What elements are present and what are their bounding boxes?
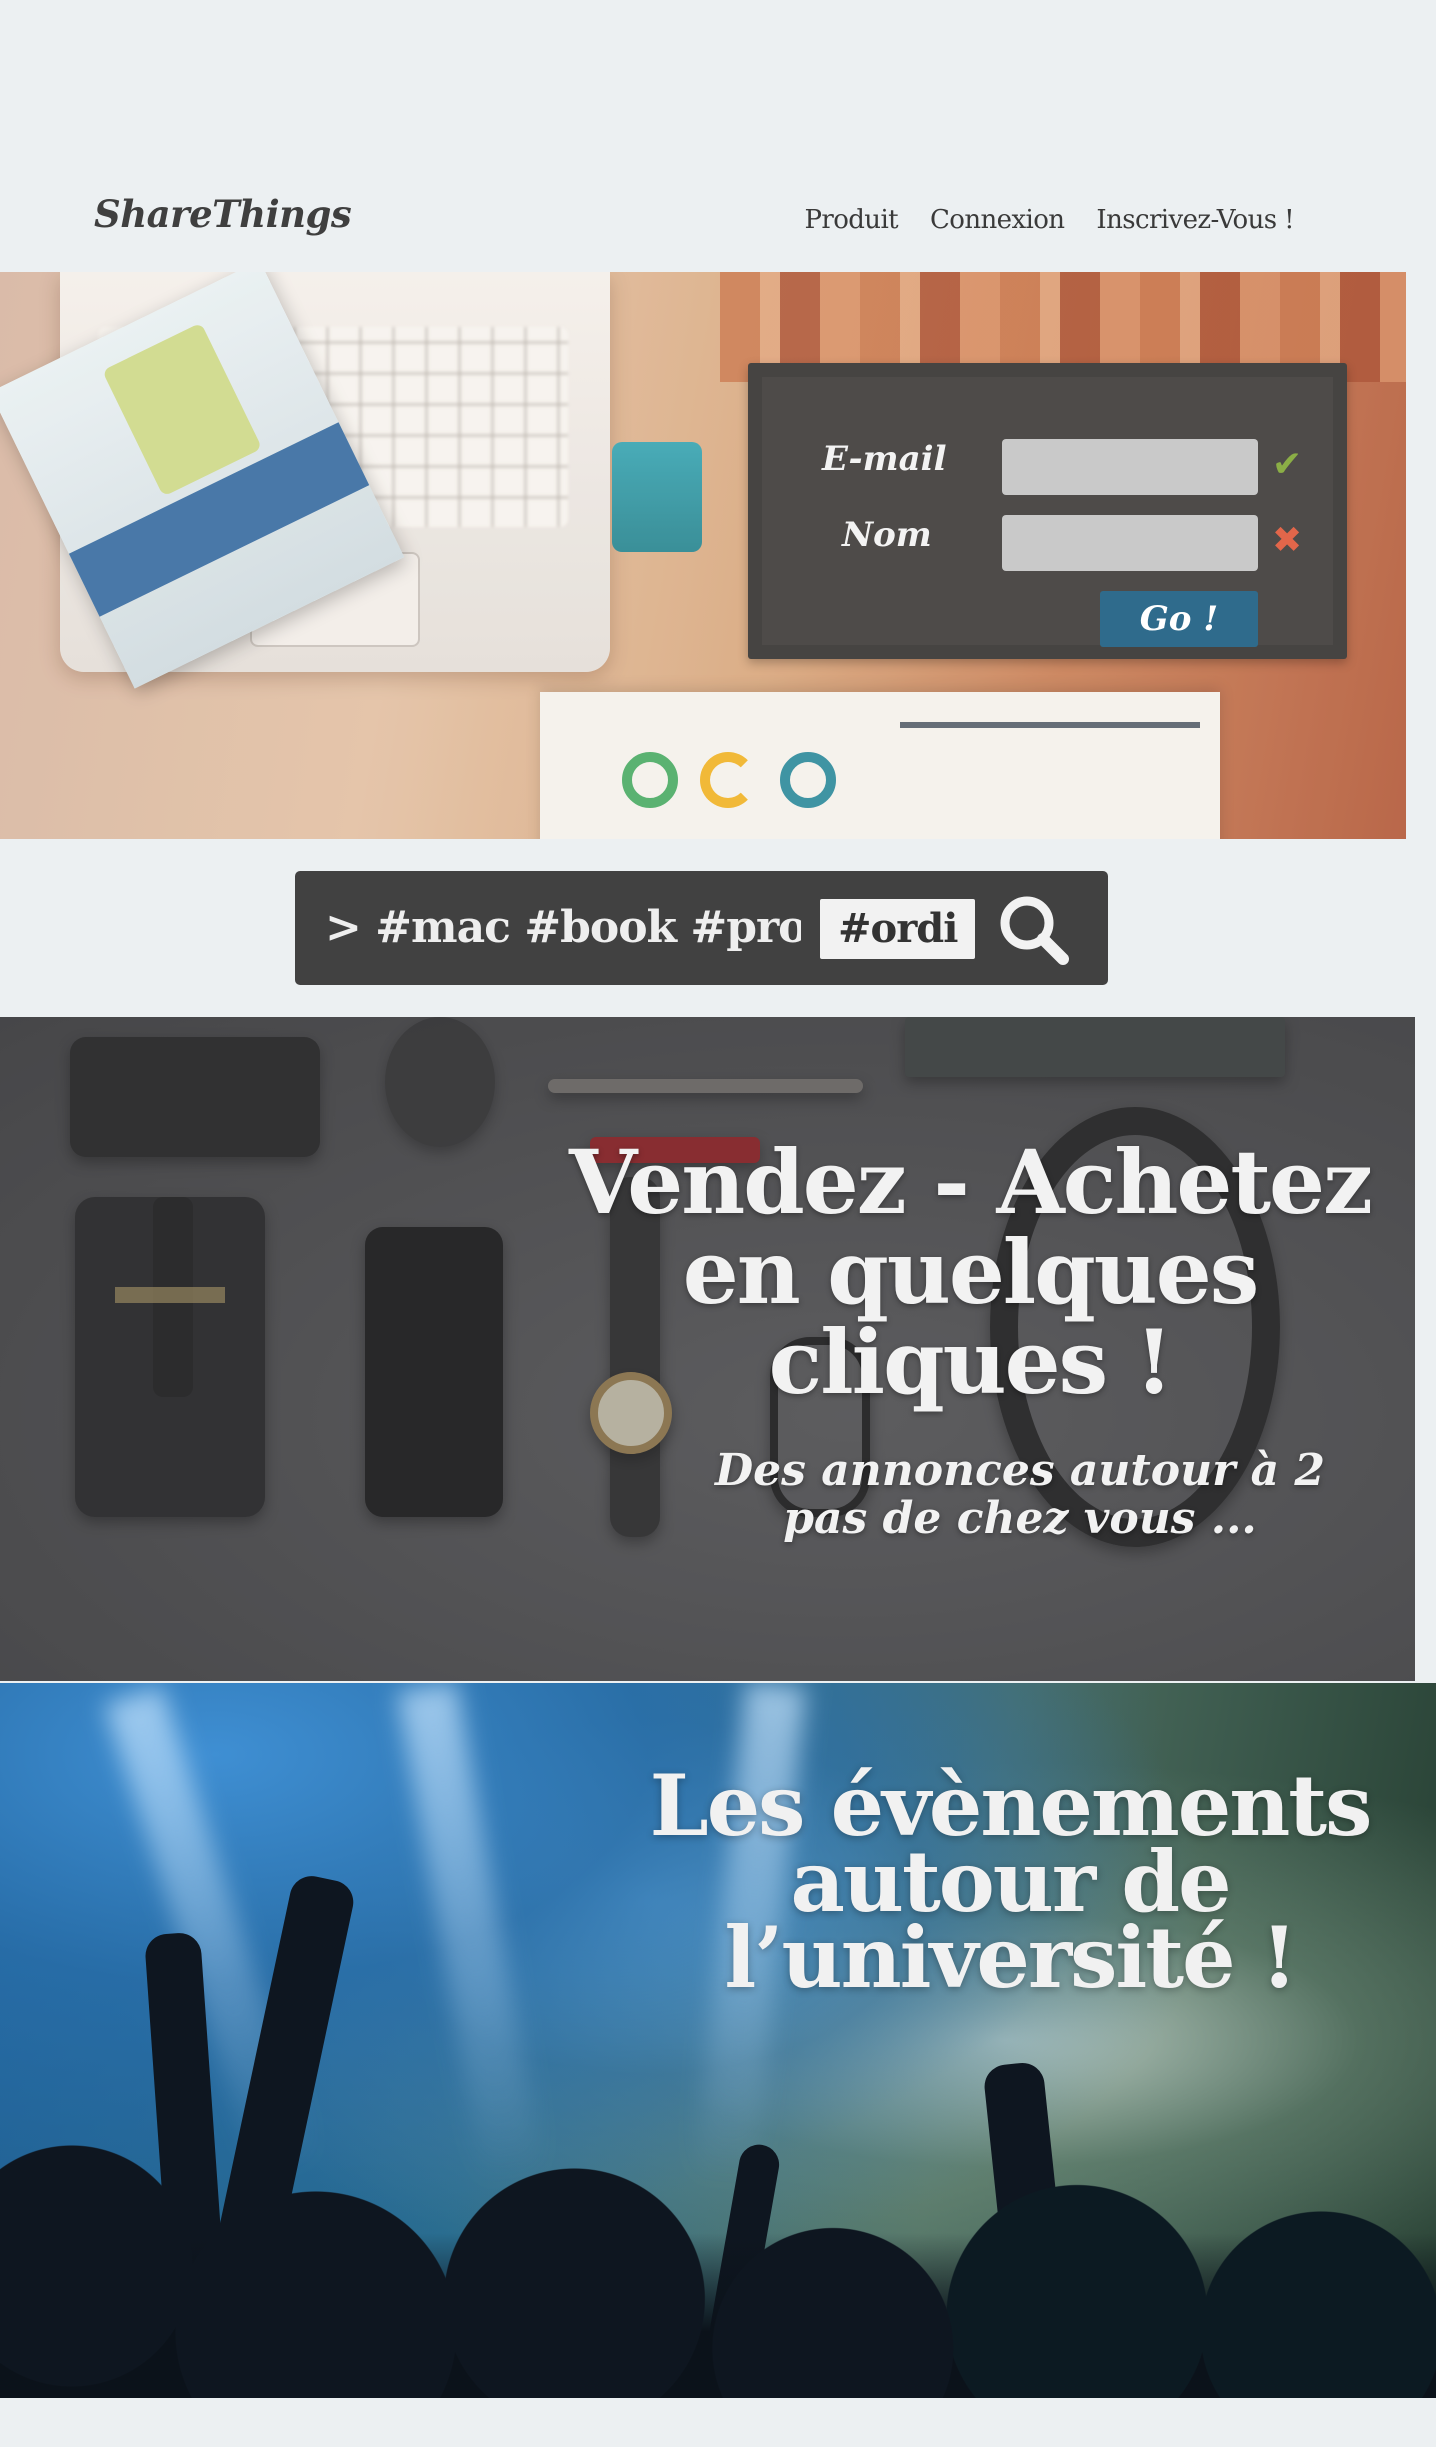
sell-subtitle: Des annonces autour à 2 pas de chez vous… <box>714 1445 1326 1544</box>
name-label: Nom <box>842 515 932 555</box>
search-icon[interactable] <box>995 891 1075 967</box>
events-banner: Les évènements autour de l’université ! <box>0 1683 1436 2398</box>
events-headline: Les évènements autour de l’université ! <box>649 1756 1373 2007</box>
name-field[interactable] <box>1002 515 1258 571</box>
nav-link-produit[interactable]: Produit <box>804 205 898 235</box>
nav-link-connexion[interactable]: Connexion <box>930 205 1065 235</box>
crowd-silhouette <box>0 2068 1436 2398</box>
search-input[interactable] <box>323 899 803 955</box>
search-tag[interactable]: #ordi <box>820 899 976 959</box>
check-icon: ✔ <box>1272 444 1303 485</box>
sell-buy-banner: Vendez - Achetez en quelques cliques ! D… <box>0 1017 1415 1681</box>
main-nav: Produit Connexion Inscrivez-Vous ! <box>804 205 1294 235</box>
site-header: ShareThings Produit Connexion Inscrivez-… <box>0 0 1436 272</box>
email-label: E-mail <box>822 439 947 479</box>
sell-headline: Vendez - Achetez en quelques cliques ! <box>569 1130 1373 1414</box>
login-panel: E-mail ✔ Nom ✖ Go ! <box>748 363 1347 659</box>
login-panel-inner: E-mail ✔ Nom ✖ Go ! <box>762 377 1333 647</box>
go-button[interactable]: Go ! <box>1100 591 1258 647</box>
cross-icon: ✖ <box>1272 520 1303 561</box>
email-field[interactable] <box>1002 439 1258 495</box>
nav-link-inscription[interactable]: Inscrivez-Vous ! <box>1096 205 1294 235</box>
site-logo[interactable]: ShareThings <box>94 192 352 236</box>
search-bar: #ordi <box>295 871 1108 985</box>
